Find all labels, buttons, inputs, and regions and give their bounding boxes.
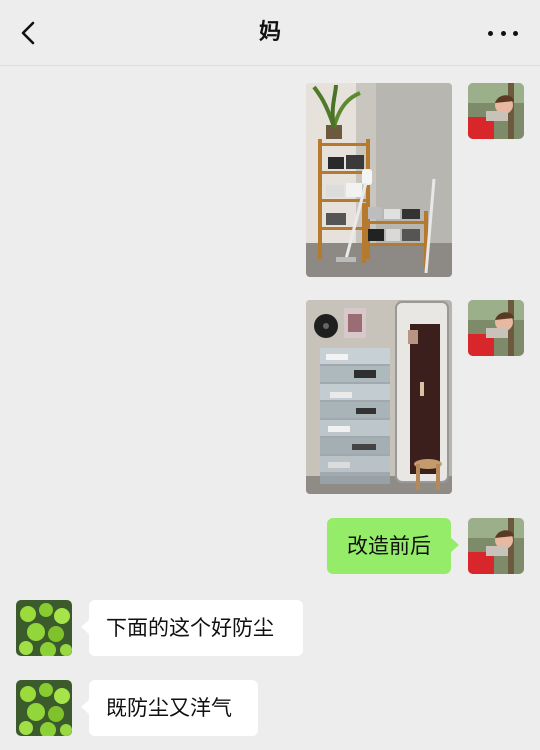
message-image-before[interactable] [306,83,452,277]
avatar-self-image [468,300,524,356]
message-text: 改造前后 [347,534,431,558]
avatar-mom-image [16,600,72,656]
message-bubble-self[interactable]: 改造前后 [327,518,459,574]
message-text: 既防尘又洋气 [106,696,232,720]
chat-title: 妈 [258,20,281,45]
avatar-self[interactable] [468,300,524,356]
message-bubble-other[interactable]: 下面的这个好防尘 [81,600,303,656]
avatar-mom[interactable] [16,680,72,736]
avatar-mom[interactable] [16,600,72,656]
avatar-self[interactable] [468,518,524,574]
more-dots-icon [488,30,493,36]
message-bubble-other[interactable]: 既防尘又洋气 [81,680,258,736]
message-image-after[interactable] [306,300,452,494]
avatar-self-image [468,518,524,574]
avatar-self-image [468,83,524,139]
avatar-mom-image [16,680,72,736]
more-button[interactable] [488,20,518,46]
photo-before-shoe-rack [306,83,452,277]
photo-after-shoe-boxes [306,300,452,494]
chat-header: 妈 [0,0,540,66]
message-text: 下面的这个好防尘 [106,616,274,640]
avatar-self[interactable] [468,83,524,139]
